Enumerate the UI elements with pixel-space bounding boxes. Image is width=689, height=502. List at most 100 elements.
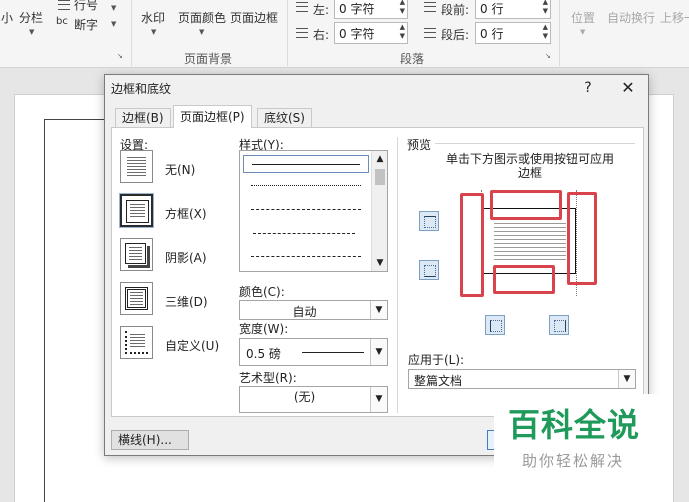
watermark-dropdown-icon[interactable]: ▼ <box>151 28 156 36</box>
setting-3d-label: 三维(D) <box>165 295 208 309</box>
setting-custom-label: 自定义(U) <box>165 339 220 353</box>
spin-arrows-icon[interactable]: ▲ ▼ <box>400 0 405 16</box>
style-item-dash-dot[interactable] <box>243 248 369 266</box>
scroll-thumb[interactable] <box>375 169 385 185</box>
preview-hint: 单击下方图示或使用按钮可应用边框 <box>445 152 614 180</box>
dialog-title: 边框和底纹 <box>111 82 172 96</box>
indent-left-icon <box>296 2 308 12</box>
indent-left-input[interactable]: 0 字符 ▲ ▼ <box>334 0 408 19</box>
position-dropdown-icon[interactable]: ▼ <box>580 28 585 36</box>
apply-to-label: 应用于(L): <box>408 353 465 367</box>
ribbon-separator <box>559 0 560 66</box>
style-item-dotted[interactable] <box>243 177 369 195</box>
chevron-down-icon[interactable]: ▼ <box>370 387 387 412</box>
spacing-after-icon <box>424 28 436 38</box>
setting-3d-icon <box>120 282 153 315</box>
bring-forward-button[interactable]: 上移一 <box>660 9 689 26</box>
spin-arrows-icon[interactable]: ▲ ▼ <box>543 23 548 41</box>
left-border-toggle[interactable] <box>485 315 505 335</box>
apply-to-select[interactable]: 整篇文档 ▼ <box>408 369 636 389</box>
indent-left-label: 左: <box>313 3 330 17</box>
setting-custom[interactable]: 自定义(U) <box>120 326 225 364</box>
setting-none-icon <box>120 150 153 183</box>
preview-text-lines <box>494 223 566 263</box>
setting-box-label: 方框(X) <box>165 207 207 221</box>
line-numbers-dropdown-icon[interactable]: ▼ <box>111 4 116 12</box>
color-label: 颜色(C): <box>239 285 285 299</box>
style-scrollbar[interactable]: ▲ ▼ <box>371 151 387 271</box>
hyphenation-dropdown-icon[interactable]: ▼ <box>111 20 116 28</box>
setting-none-label: 无(N) <box>165 163 196 177</box>
right-border-toggle[interactable] <box>549 315 569 335</box>
style-item-dash[interactable] <box>243 225 369 243</box>
width-select[interactable]: 0.5 磅 ▼ <box>239 338 388 366</box>
spin-arrows-icon[interactable]: ▲ ▼ <box>543 0 548 16</box>
close-button[interactable]: ✕ <box>615 77 641 99</box>
style-item-small-dash[interactable] <box>243 201 369 219</box>
spacing-after-input[interactable]: 0 行 ▲ ▼ <box>475 22 551 44</box>
ribbon: 小 分栏 ▼ 行号 bc 断字 ▼ ▼ ↘ 水印 ▼ 页面颜色 ▼ 页面边框 页… <box>0 0 689 68</box>
tab-page-border[interactable]: 页面边框(P) <box>173 105 252 128</box>
page-borders-button[interactable]: 页面边框 <box>230 9 278 26</box>
art-label: 艺术型(R): <box>239 371 297 385</box>
highlight-bottom-border <box>493 265 555 294</box>
setting-3d[interactable]: 三维(D) <box>120 282 225 320</box>
width-label: 宽度(W): <box>239 322 289 336</box>
art-select[interactable]: (无) ▼ <box>239 386 388 413</box>
watermark-subtitle: 助你轻松解决 <box>522 452 625 470</box>
spacing-before-icon <box>424 2 436 12</box>
setting-shadow[interactable]: 阴影(A) <box>120 238 225 276</box>
divider <box>397 137 398 413</box>
columns-button[interactable]: 分栏 <box>19 9 43 26</box>
watermark-button[interactable]: 水印 <box>141 9 165 26</box>
page-margin-corner <box>44 119 104 120</box>
indent-right-label: 右: <box>313 28 330 42</box>
hyphenation-icon: bc <box>56 16 68 27</box>
divider <box>435 143 635 144</box>
page-color-button[interactable]: 页面颜色 <box>178 9 226 26</box>
tab-borders[interactable]: 边框(B) <box>115 108 171 128</box>
spacing-before-label: 段前: <box>441 3 470 17</box>
line-numbers-icon <box>58 0 70 10</box>
chevron-down-icon[interactable]: ▼ <box>618 370 635 388</box>
color-select[interactable]: 自动 ▼ <box>239 300 388 320</box>
hyphenation-button[interactable]: 断字 <box>74 16 98 33</box>
spacing-after-label: 段后: <box>441 28 470 42</box>
chevron-down-icon[interactable]: ▼ <box>370 339 387 365</box>
style-item-solid[interactable] <box>243 155 369 173</box>
setting-shadow-label: 阴影(A) <box>165 251 207 265</box>
page-color-dropdown-icon[interactable]: ▼ <box>199 28 204 36</box>
page-margin-corner <box>44 119 45 502</box>
paragraph-group-label: 段落 <box>400 52 425 66</box>
bottom-border-toggle[interactable] <box>419 260 439 280</box>
setting-custom-icon <box>120 326 153 359</box>
horizontal-line-button[interactable]: 横线(H)... <box>111 430 189 450</box>
line-numbers-button[interactable]: 行号 <box>74 0 98 13</box>
wrap-text-button[interactable]: 自动换行 <box>607 9 655 26</box>
paragraph-launcher-icon[interactable]: ↘ <box>545 52 551 60</box>
spin-arrows-icon[interactable]: ▲ ▼ <box>400 23 405 41</box>
setting-box[interactable]: 方框(X) <box>120 194 225 232</box>
indent-right-icon <box>296 28 308 38</box>
highlight-left-border <box>460 193 484 297</box>
watermark-logo: 百科全说 助你轻松解决 <box>494 394 665 478</box>
spacing-before-input[interactable]: 0 行 ▲ ▼ <box>475 0 551 19</box>
page-setup-launcher-icon[interactable]: ↘ <box>117 52 123 60</box>
tab-shading[interactable]: 底纹(S) <box>257 108 312 128</box>
preview-label: 预览 <box>407 138 432 152</box>
scroll-up-icon[interactable]: ▲ <box>372 151 387 167</box>
style-list[interactable]: ▲ ▼ <box>239 150 388 272</box>
position-button[interactable]: 位置 <box>571 9 595 26</box>
help-button[interactable]: ? <box>577 77 599 99</box>
columns-dropdown-icon[interactable]: ▼ <box>29 28 34 36</box>
setting-none[interactable]: 无(N) <box>120 150 225 188</box>
width-sample-line <box>302 352 364 353</box>
chevron-down-icon[interactable]: ▼ <box>370 301 387 319</box>
top-border-toggle[interactable] <box>419 211 439 231</box>
indent-right-input[interactable]: 0 字符 ▲ ▼ <box>334 22 408 44</box>
scroll-down-icon[interactable]: ▼ <box>372 255 387 271</box>
highlight-right-border <box>567 192 597 285</box>
highlight-top-border <box>490 190 562 220</box>
page-background-group-label: 页面背景 <box>184 52 233 66</box>
setting-shadow-icon <box>120 238 153 271</box>
